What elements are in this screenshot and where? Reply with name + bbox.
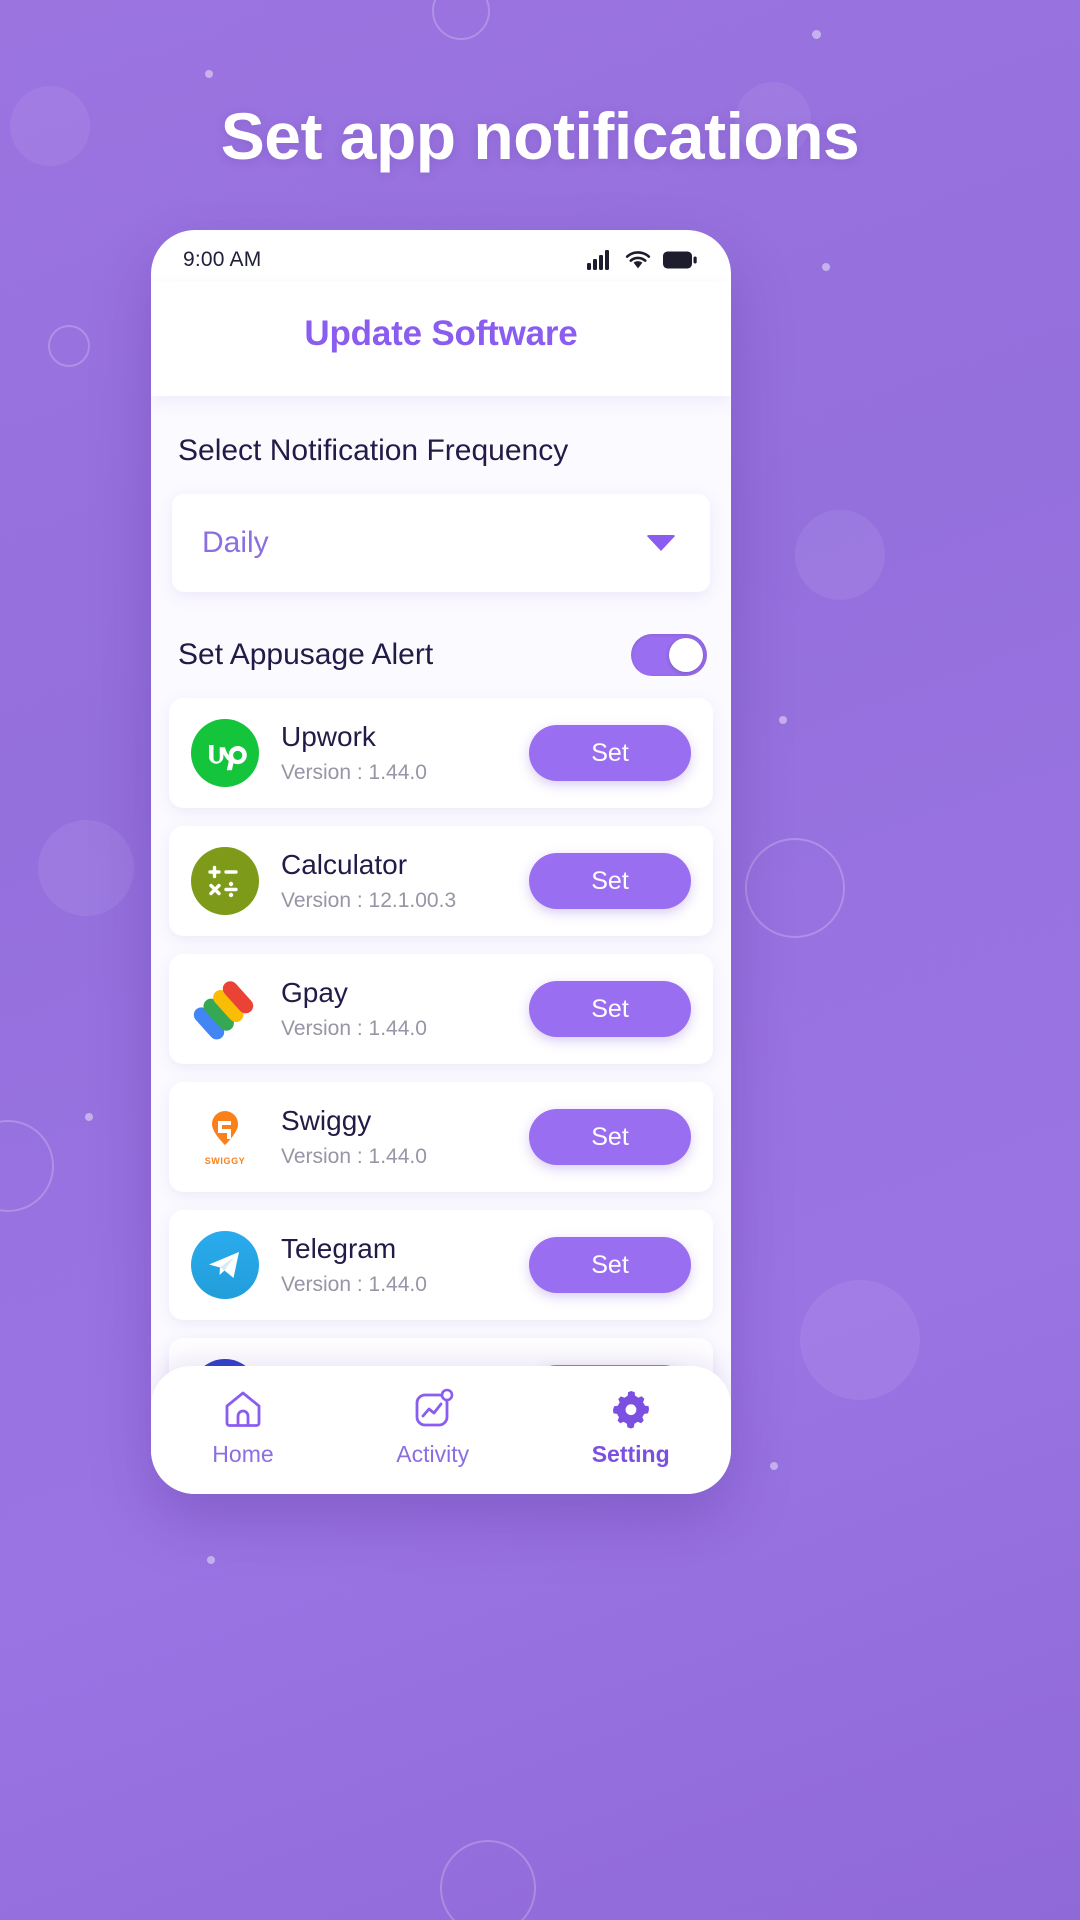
- nav-item-setting[interactable]: Setting: [592, 1387, 670, 1468]
- app-meta: Telegram Version : 1.44.0: [259, 1233, 529, 1297]
- status-bar: 9:00 AM: [151, 230, 731, 282]
- app-header: Update Software: [151, 282, 731, 396]
- table-row[interactable]: Upwork Version : 1.44.0 Set: [169, 698, 713, 808]
- page-title: Set app notifications: [220, 99, 860, 173]
- app-meta: Upwork Version : 1.44.0: [259, 721, 529, 785]
- table-row[interactable]: Gpay Version : 1.44.0 Set: [169, 954, 713, 1064]
- swiggy-logo-icon: SWIGGY: [191, 1103, 259, 1171]
- nav-item-home[interactable]: Home: [212, 1387, 274, 1468]
- bg-dot-1: [812, 30, 821, 39]
- frequency-dropdown[interactable]: Daily: [172, 494, 710, 592]
- telegram-logo-icon: [191, 1231, 259, 1299]
- set-button[interactable]: Set: [529, 853, 691, 909]
- app-meta: Calculator Version : 12.1.00.3: [259, 849, 529, 913]
- app-version: Version : 12.1.00.3: [281, 889, 457, 913]
- bg-blob-midright: [795, 510, 885, 600]
- app-meta: Swiggy Version : 1.44.0: [259, 1105, 529, 1169]
- appusage-alert-toggle[interactable]: [631, 634, 707, 676]
- phone-content: Select Notification Frequency Daily Set …: [151, 396, 731, 1494]
- bg-dot-6: [770, 1462, 778, 1470]
- app-version: Version : 1.44.0: [281, 761, 427, 785]
- set-button[interactable]: Set: [529, 981, 691, 1037]
- bg-circle-bottom: [440, 1840, 536, 1920]
- status-icons: [587, 250, 697, 270]
- app-name: Swiggy: [281, 1104, 372, 1136]
- bg-circle-top: [432, 0, 490, 40]
- set-button[interactable]: Set: [529, 725, 691, 781]
- set-button[interactable]: Set: [529, 1237, 691, 1293]
- frequency-label: Select Notification Frequency: [178, 434, 569, 467]
- app-version: Version : 1.44.0: [281, 1145, 427, 1169]
- app-meta: Gpay Version : 1.44.0: [259, 977, 529, 1041]
- nav-label: Home: [212, 1440, 274, 1467]
- table-row[interactable]: Calculator Version : 12.1.00.3 Set: [169, 826, 713, 936]
- app-name: Upwork: [281, 720, 376, 752]
- app-name: Gpay: [281, 976, 348, 1008]
- nav-item-activity[interactable]: Activity: [396, 1387, 469, 1468]
- app-name: Telegram: [281, 1232, 397, 1264]
- gear-icon: [612, 1390, 649, 1428]
- bg-circle-right: [745, 838, 845, 938]
- activity-icon: [415, 1388, 453, 1426]
- bg-blob-midleft: [38, 820, 134, 916]
- set-button[interactable]: Set: [529, 1109, 691, 1165]
- bg-dot-3: [822, 263, 830, 271]
- home-icon: [225, 1391, 261, 1427]
- chevron-down-icon: [646, 535, 676, 551]
- wifi-icon: [625, 251, 651, 269]
- bg-dot-2: [205, 70, 213, 78]
- upwork-logo-icon: [191, 719, 259, 787]
- signal-icon: [587, 250, 609, 270]
- gpay-logo-icon: [191, 975, 259, 1043]
- battery-icon: [663, 251, 697, 269]
- appusage-alert-row: Set Appusage Alert: [178, 634, 707, 676]
- bg-dot-4: [779, 716, 787, 724]
- frequency-selected-value: Daily: [202, 526, 269, 559]
- app-name: Calculator: [281, 848, 408, 880]
- bg-dot-5: [85, 1113, 93, 1121]
- calculator-logo-icon: [191, 847, 259, 915]
- phone-mockup: 9:00 AM Update Software Select Notificat…: [151, 230, 731, 1494]
- status-time: 9:00 AM: [183, 248, 262, 271]
- toggle-knob: [669, 638, 703, 672]
- bottom-navigation: Home Activity Setting: [151, 1366, 731, 1494]
- bg-circle-left: [48, 325, 90, 367]
- app-header-title: Update Software: [304, 314, 578, 353]
- bg-blob-bottomright: [800, 1280, 920, 1400]
- bg-dot-7: [207, 1556, 215, 1564]
- nav-label: Activity: [396, 1440, 470, 1467]
- table-row[interactable]: SWIGGY Swiggy Version : 1.44.0 Set: [169, 1082, 713, 1192]
- app-list: Upwork Version : 1.44.0 Set Calculator V…: [169, 698, 713, 1448]
- nav-label: Setting: [591, 1440, 670, 1467]
- bg-circle-lowerleft: [0, 1120, 54, 1212]
- app-version: Version : 1.44.0: [281, 1273, 427, 1297]
- app-version: Version : 1.44.0: [281, 1017, 427, 1041]
- table-row[interactable]: Telegram Version : 1.44.0 Set: [169, 1210, 713, 1320]
- appusage-alert-label: Set Appusage Alert: [178, 638, 434, 671]
